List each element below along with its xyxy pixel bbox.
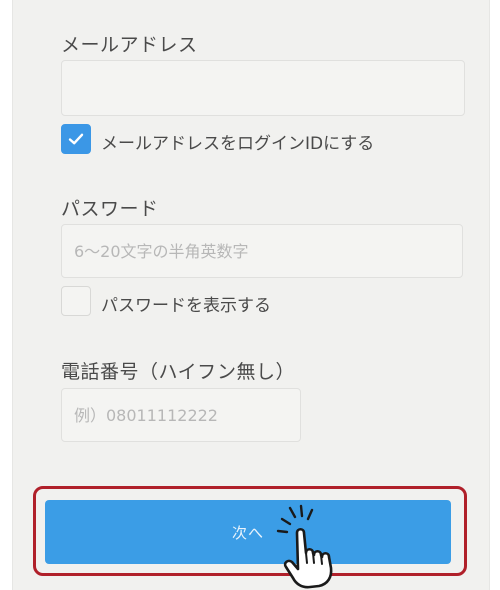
login-id-checkbox-label[interactable]: メールアドレスをログインIDにする [101, 129, 374, 154]
check-icon [68, 133, 84, 145]
email-field[interactable] [61, 60, 465, 116]
pointing-hand-icon [276, 504, 333, 589]
login-id-checkbox[interactable] [61, 124, 91, 154]
email-label: メールアドレス [61, 34, 198, 56]
phone-label: 電話番号（ハイフン無し） [61, 361, 296, 383]
show-password-checkbox-label[interactable]: パスワードを表示する [101, 291, 271, 316]
password-field[interactable] [61, 224, 463, 278]
password-label: パスワード [61, 198, 159, 220]
show-password-checkbox[interactable] [61, 286, 91, 316]
next-button[interactable]: 次へ [45, 500, 451, 564]
phone-field[interactable] [61, 388, 301, 442]
next-button-label: 次へ [231, 523, 264, 542]
